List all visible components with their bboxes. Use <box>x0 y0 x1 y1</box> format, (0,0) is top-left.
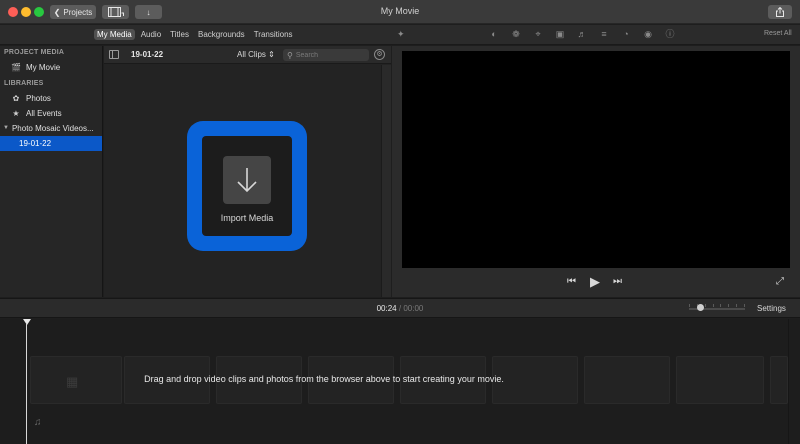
download-arrow-icon <box>237 168 257 193</box>
search-icon: ⚲ <box>287 50 293 60</box>
video-preview[interactable] <box>402 51 790 268</box>
media-toolbar: My Media Audio Titles Backgrounds Transi… <box>0 25 800 45</box>
search-field[interactable]: ⚲ <box>283 49 369 61</box>
clip-placeholder <box>676 356 764 404</box>
settings-button[interactable]: Settings <box>757 304 786 313</box>
media-tabs: My Media Audio Titles Backgrounds Transi… <box>94 29 296 40</box>
volume-icon[interactable]: ♬ <box>576 28 588 40</box>
chevron-updown-icon: ⇕ <box>268 50 275 59</box>
library-sidebar: PROJECT MEDIA 🎬 My Movie LIBRARIES ✿ Pho… <box>0 46 103 297</box>
playhead[interactable] <box>26 324 27 444</box>
sidebar-toggle-icon[interactable] <box>109 50 119 59</box>
noise-reduction-icon[interactable]: ≡ <box>598 28 610 40</box>
project-media-header: PROJECT MEDIA <box>4 49 65 56</box>
sidebar-item-label: 19-01-22 <box>19 139 52 148</box>
libraries-header: LIBRARIES <box>4 80 44 87</box>
drop-hint: Drag and drop video clips and photos fro… <box>144 374 504 384</box>
clip-filter-label: All Clips <box>237 50 266 59</box>
sidebar-item-label: Photo Mosaic Videos... <box>11 124 94 133</box>
share-icon <box>776 7 784 17</box>
disclosure-triangle-icon[interactable]: ▼ <box>3 121 9 136</box>
magic-wand-icon[interactable]: ✦ <box>397 29 405 40</box>
timeline-scrollbar[interactable] <box>788 319 800 444</box>
timeline-header: 00:24 / 00:00 Settings <box>0 298 800 318</box>
music-note-icon: ♫ <box>34 417 42 428</box>
sidebar-item-label: Photos <box>26 94 51 103</box>
sidebar-item-label: My Movie <box>26 63 61 72</box>
fullscreen-icon[interactable]: ⤢ <box>776 276 784 287</box>
timecode: 00:24 / 00:00 <box>0 304 800 313</box>
crop-icon[interactable]: ⌖ <box>532 28 544 40</box>
play-icon[interactable]: ▶ <box>590 274 600 290</box>
skip-back-icon[interactable]: ⏮ <box>567 276 576 287</box>
browser-scrollbar[interactable] <box>381 65 391 297</box>
clapperboard-icon: 🎬 <box>11 63 21 72</box>
title-bar: ❮ Projects ↓ My Movie <box>0 0 800 24</box>
adjustment-bar: ◐ ❁ ⌖ ▣ ♬ ≡ ◔ ◉ ⓘ <box>488 28 676 40</box>
skip-forward-icon[interactable]: ⏭ <box>613 276 622 287</box>
tab-transitions[interactable]: Transitions <box>251 29 296 40</box>
share-button[interactable] <box>768 5 792 19</box>
sidebar-item-event[interactable]: 19-01-22 <box>0 136 102 151</box>
gear-icon[interactable]: ⚙ <box>374 49 385 60</box>
stabilization-icon[interactable]: ▣ <box>554 28 566 40</box>
playhead-handle[interactable] <box>23 319 31 325</box>
event-title: 19-01-22 <box>131 50 164 59</box>
color-balance-icon[interactable]: ◐ <box>488 28 500 40</box>
star-icon: ★ <box>12 109 20 118</box>
viewer: ⏮ ▶ ⏭ ⤢ <box>392 46 800 297</box>
current-time: 00:24 <box>376 304 397 313</box>
tab-backgrounds[interactable]: Backgrounds <box>195 29 248 40</box>
import-media-button[interactable]: Import Media <box>202 136 292 236</box>
color-correction-icon[interactable]: ❁ <box>510 28 522 40</box>
browser-bar: 19-01-22 All Clips ⇕ ⚲ ⚙ <box>104 46 391 64</box>
tab-my-media[interactable]: My Media <box>94 29 135 40</box>
total-time: 00:00 <box>403 304 424 313</box>
zoom-slider-knob[interactable] <box>697 304 704 311</box>
media-browser: 19-01-22 All Clips ⇕ ⚲ ⚙ Import Media <box>104 46 391 297</box>
sidebar-item-my-movie[interactable]: 🎬 My Movie <box>0 60 102 75</box>
clip-filter-icon[interactable]: ◉ <box>642 28 654 40</box>
tab-audio[interactable]: Audio <box>138 29 164 40</box>
clip-filter-select[interactable]: All Clips ⇕ <box>237 50 275 59</box>
reset-all-button[interactable]: Reset All <box>764 30 792 37</box>
search-input[interactable] <box>295 51 366 59</box>
window-title: My Movie <box>380 6 420 16</box>
photos-icon: ✿ <box>12 94 20 103</box>
sidebar-item-photos[interactable]: ✿ Photos <box>0 91 102 106</box>
import-arrow-box <box>223 156 271 204</box>
info-icon[interactable]: ⓘ <box>664 28 676 40</box>
speed-icon[interactable]: ◔ <box>620 28 632 40</box>
tab-titles[interactable]: Titles <box>167 29 192 40</box>
clip-placeholder <box>770 356 788 404</box>
time-separator: / <box>398 304 402 313</box>
sidebar-item-label: All Events <box>26 109 62 118</box>
sidebar-item-library[interactable]: ▼ Photo Mosaic Videos... <box>0 121 102 136</box>
import-media-label: Import Media <box>220 213 274 223</box>
playback-controls: ⏮ ▶ ⏭ ⤢ <box>392 274 800 292</box>
timeline[interactable]: ▦ Drag and drop video clips and photos f… <box>0 319 800 444</box>
sidebar-item-all-events[interactable]: ★ All Events <box>0 106 102 121</box>
import-media-highlight: Import Media <box>187 121 307 251</box>
